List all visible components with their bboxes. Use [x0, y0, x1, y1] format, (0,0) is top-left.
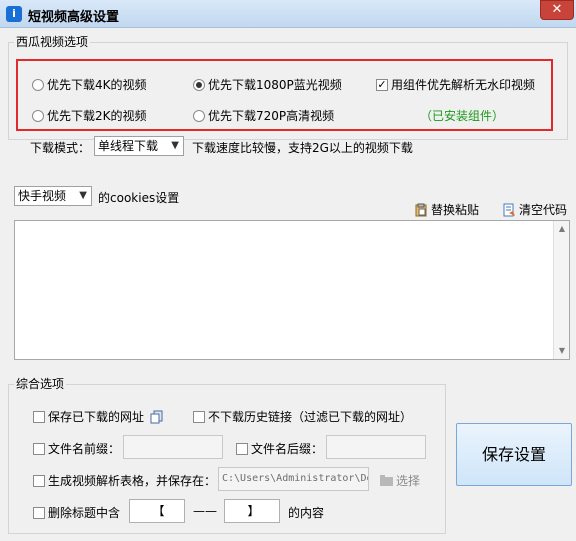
plugin-checkbox[interactable]: ✓ 用组件优先解析无水印视频 — [376, 76, 535, 93]
radio-2k[interactable]: 优先下载2K的视频 — [32, 107, 147, 124]
radio-4k-label: 优先下载4K的视频 — [47, 78, 147, 92]
radio-720p-indicator — [193, 109, 205, 122]
cookies-platform-select[interactable]: 快手视频 ▼ — [14, 186, 92, 206]
gen-table-label: 生成视频解析表格，并保存在： — [48, 474, 217, 488]
bracket-left-input[interactable]: 【 — [129, 499, 185, 523]
prefix-checkbox[interactable]: 文件名前缀： — [33, 440, 120, 457]
content-suffix-label: 的内容 — [288, 506, 325, 520]
folder-icon — [380, 475, 393, 486]
replace-paste-label: 替换粘贴 — [431, 203, 480, 217]
prefix-label: 文件名前缀： — [48, 442, 121, 456]
clear-icon — [502, 203, 516, 217]
clear-code-label: 清空代码 — [519, 203, 568, 217]
save-url-label: 保存已下载的网址 — [48, 410, 145, 424]
download-mode-value: 单线程下载 — [98, 139, 159, 153]
prefix-checkbox-indicator — [33, 442, 45, 455]
app-icon: i — [6, 6, 22, 22]
plugin-checkbox-label: 用组件优先解析无水印视频 — [391, 78, 536, 92]
no-history-label: 不下载历史链接（过滤已下载的网址） — [208, 410, 413, 424]
gen-table-checkbox[interactable]: 生成视频解析表格，并保存在： — [33, 472, 216, 489]
cookies-platform-value: 快手视频 — [18, 189, 67, 203]
prefix-input[interactable] — [123, 435, 223, 459]
suffix-checkbox-indicator — [236, 442, 248, 455]
gen-table-checkbox-indicator — [33, 474, 45, 487]
clipboard-icon — [414, 203, 428, 217]
copy-icon[interactable] — [150, 410, 164, 424]
radio-1080p-indicator — [193, 78, 205, 91]
save-path-input[interactable]: C:\Users\Administrator\De — [218, 467, 369, 491]
clear-code-button[interactable]: 清空代码 — [502, 201, 567, 218]
close-button[interactable]: ✕ — [540, 0, 574, 20]
scroll-up-icon[interactable]: ▲ — [554, 221, 570, 237]
suffix-checkbox[interactable]: 文件名后缀： — [236, 440, 323, 457]
radio-2k-indicator — [32, 109, 44, 122]
window-title: 短视频高级设置 — [28, 10, 120, 25]
delete-title-checkbox-indicator — [33, 506, 45, 519]
title-bar: i 短视频高级设置 ✕ — [0, 0, 576, 28]
dash-separator: —— — [193, 504, 217, 518]
cookies-label: 的cookies设置 — [98, 191, 180, 205]
suffix-label: 文件名后缀： — [251, 442, 324, 456]
cookies-content — [15, 221, 569, 227]
replace-paste-button[interactable]: 替换粘贴 — [414, 201, 479, 218]
xigua-options-legend: 西瓜视频选项 — [14, 35, 91, 49]
download-mode-label: 下载模式： — [30, 141, 91, 155]
chevron-down-icon: ▼ — [171, 140, 179, 151]
plugin-installed-status: （已安装组件） — [420, 109, 505, 123]
no-history-checkbox-indicator — [193, 410, 205, 423]
choose-label: 选择 — [396, 474, 421, 488]
delete-title-label: 删除标题中含 — [48, 506, 121, 520]
general-options-legend: 综合选项 — [14, 377, 67, 391]
radio-720p-label: 优先下载720P高清视频 — [208, 109, 335, 123]
delete-title-checkbox[interactable]: 删除标题中含 — [33, 504, 120, 521]
save-url-checkbox[interactable]: 保存已下载的网址 — [33, 408, 164, 425]
download-mode-select[interactable]: 单线程下载 ▼ — [94, 136, 184, 156]
chevron-down-icon: ▼ — [79, 190, 87, 201]
save-url-checkbox-indicator — [33, 410, 45, 423]
radio-4k-indicator — [32, 78, 44, 91]
suffix-input[interactable] — [326, 435, 426, 459]
choose-button[interactable]: 选择 — [380, 472, 420, 489]
save-settings-button[interactable]: 保存设置 — [456, 423, 572, 486]
vertical-scrollbar[interactable]: ▲ ▼ — [553, 221, 569, 359]
radio-4k[interactable]: 优先下载4K的视频 — [32, 76, 147, 93]
cookies-textarea[interactable]: ▲ ▼ — [14, 220, 570, 360]
download-mode-hint: 下载速度比较慢，支持2G以上的视频下载 — [192, 141, 413, 155]
plugin-checkbox-indicator: ✓ — [376, 77, 388, 91]
radio-1080p[interactable]: 优先下载1080P蓝光视频 — [193, 76, 342, 93]
radio-720p[interactable]: 优先下载720P高清视频 — [193, 107, 334, 124]
radio-2k-label: 优先下载2K的视频 — [47, 109, 147, 123]
scroll-down-icon[interactable]: ▼ — [554, 343, 570, 359]
no-history-checkbox[interactable]: 不下载历史链接（过滤已下载的网址） — [193, 408, 412, 425]
bracket-right-input[interactable]: 】 — [224, 499, 280, 523]
radio-1080p-label: 优先下载1080P蓝光视频 — [208, 78, 342, 92]
